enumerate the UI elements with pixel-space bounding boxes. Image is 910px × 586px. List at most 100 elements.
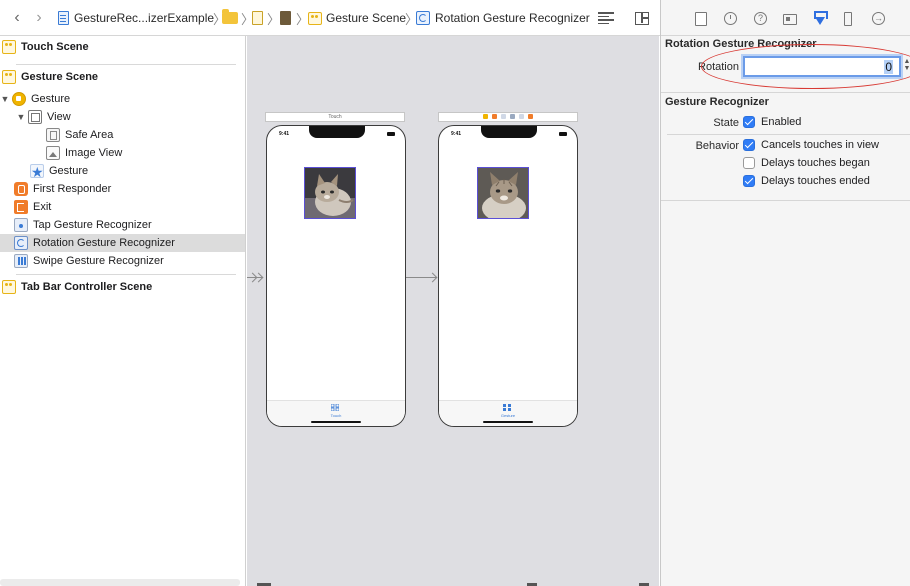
delays-touches-began-checkbox[interactable]: Delays touches began bbox=[743, 157, 870, 169]
canvas-bottom-bar bbox=[247, 580, 659, 586]
rotation-gesture-icon bbox=[14, 236, 28, 250]
enabled-checkbox[interactable]: Enabled bbox=[743, 116, 801, 128]
outline-item-safe-area[interactable]: Safe Area bbox=[0, 126, 245, 144]
scene-icon bbox=[308, 11, 322, 25]
checkbox-checked-icon bbox=[743, 139, 755, 151]
outline-scene-tab-bar[interactable]: Tab Bar Controller Scene bbox=[0, 278, 245, 296]
breadcrumb-project[interactable]: GestureRec...izerExample bbox=[58, 0, 214, 36]
outline-item-tap-gesture[interactable]: Tap Gesture Recognizer bbox=[0, 216, 245, 234]
battery-icon bbox=[559, 132, 567, 136]
file-inspector-icon[interactable] bbox=[695, 12, 707, 26]
cancels-touches-checkbox[interactable]: Cancels touches in view bbox=[743, 139, 879, 151]
outline-item-swipe-gesture[interactable]: Swipe Gesture Recognizer bbox=[0, 252, 245, 270]
document-items-icon[interactable] bbox=[598, 12, 614, 24]
behavior-label: Behavior bbox=[695, 140, 739, 152]
attributes-inspector-icon[interactable] bbox=[813, 11, 828, 26]
view-controller-icon[interactable] bbox=[483, 114, 488, 119]
outline-scene-touch[interactable]: Touch Scene bbox=[0, 38, 245, 56]
section-divider bbox=[661, 92, 910, 93]
star-icon: ★ bbox=[30, 164, 44, 180]
checkbox-checked-icon bbox=[743, 116, 755, 128]
phone-status-time: 9:41 bbox=[279, 131, 290, 137]
section-divider bbox=[661, 200, 910, 201]
battery-icon bbox=[387, 132, 395, 136]
swipe-gesture-icon bbox=[14, 254, 28, 268]
outline-item-tab-bar-item[interactable]: ★ Gesture bbox=[0, 162, 245, 180]
scene-icon bbox=[2, 70, 16, 84]
behavior-option-label: Delays touches began bbox=[761, 157, 870, 169]
outline-item-label: Image View bbox=[65, 147, 123, 159]
forward-chevron-icon[interactable]: › bbox=[32, 10, 46, 26]
disclosure-triangle-icon[interactable]: ▼ bbox=[0, 94, 10, 104]
scene-icon bbox=[2, 280, 16, 294]
outline-item-label: Exit bbox=[33, 201, 52, 213]
exit-icon[interactable] bbox=[528, 114, 533, 119]
horizontal-scrollbar[interactable] bbox=[0, 579, 240, 586]
outline-separator bbox=[16, 274, 236, 275]
image-view-icon bbox=[46, 146, 60, 160]
back-chevron-icon[interactable]: ‹ bbox=[10, 10, 24, 26]
disclosure-triangle-icon[interactable]: ▼ bbox=[16, 112, 26, 122]
outline-scene-gesture[interactable]: Gesture Scene bbox=[0, 68, 245, 86]
identity-inspector-icon[interactable] bbox=[783, 14, 797, 25]
breadcrumb-storyboard-base[interactable] bbox=[280, 0, 291, 36]
outline-item-label: Swipe Gesture Recognizer bbox=[33, 255, 164, 267]
outline-item-label: Tap Gesture Recognizer bbox=[33, 219, 152, 231]
storyboard-canvas[interactable]: Touch 9:41 Touch 9:41 Gesture bbox=[247, 36, 659, 586]
breadcrumb-rotation-label: Rotation Gesture Recognizer bbox=[435, 11, 590, 25]
gesture-scene-dock[interactable] bbox=[438, 112, 578, 122]
outline-item-label: Tab Bar Controller Scene bbox=[21, 281, 153, 293]
breadcrumb-rotation[interactable]: Rotation Gesture Recognizer bbox=[416, 0, 590, 36]
first-responder-icon[interactable] bbox=[492, 114, 497, 119]
breadcrumb-folder[interactable] bbox=[222, 0, 238, 36]
annotation-ellipse bbox=[701, 44, 910, 89]
exit-icon bbox=[14, 200, 28, 214]
jump-bar: ‹ › GestureRec...izerExample 〉 〉 〉 〉 Ges… bbox=[0, 0, 660, 36]
outline-item-label: View bbox=[47, 111, 71, 123]
state-label: State bbox=[713, 117, 739, 129]
phone-notch bbox=[481, 126, 537, 138]
storyboard-base-icon bbox=[280, 11, 291, 25]
outline-item-label: First Responder bbox=[33, 183, 112, 195]
cat-image[interactable] bbox=[477, 167, 529, 219]
cat-image[interactable] bbox=[304, 167, 356, 219]
outline-item-first-responder[interactable]: First Responder bbox=[0, 180, 245, 198]
outline-item-gesture-vc[interactable]: ▼ Gesture bbox=[0, 90, 245, 108]
add-editor-icon[interactable] bbox=[635, 12, 649, 25]
history-inspector-icon[interactable] bbox=[724, 12, 737, 25]
document-outline: Touch Scene Gesture Scene ▼ Gesture ▼ Vi… bbox=[0, 36, 246, 586]
breadcrumb-storyboard[interactable] bbox=[252, 0, 263, 36]
view-icon bbox=[28, 110, 42, 124]
touch-scene-phone[interactable]: 9:41 Touch bbox=[266, 125, 406, 427]
rotation-gesture-icon[interactable] bbox=[510, 114, 515, 119]
outline-item-exit[interactable]: Exit bbox=[0, 198, 245, 216]
home-indicator bbox=[483, 421, 533, 423]
tap-gesture-icon bbox=[14, 218, 28, 232]
gesture-scene-phone[interactable]: 9:41 Gesture bbox=[438, 125, 578, 427]
touch-scene-dock[interactable]: Touch bbox=[265, 112, 405, 122]
connections-inspector-icon[interactable]: → bbox=[872, 12, 885, 25]
swipe-gesture-icon[interactable] bbox=[519, 114, 524, 119]
storyboard-file-icon bbox=[252, 11, 263, 25]
tab-bar-item-icon[interactable] bbox=[503, 404, 511, 411]
tab-bar-item-icon[interactable] bbox=[331, 404, 339, 411]
outline-item-view[interactable]: ▼ View bbox=[0, 108, 245, 126]
tap-gesture-icon[interactable] bbox=[501, 114, 506, 119]
quick-help-icon[interactable]: ? bbox=[754, 12, 767, 25]
delays-touches-ended-checkbox[interactable]: Delays touches ended bbox=[743, 175, 870, 187]
tab-bar-item-label: Gesture bbox=[500, 413, 516, 418]
project-file-icon bbox=[58, 11, 69, 25]
phone-status-time: 9:41 bbox=[451, 131, 462, 137]
outline-item-rotation-gesture[interactable]: Rotation Gesture Recognizer bbox=[0, 234, 245, 252]
outline-item-image-view[interactable]: Image View bbox=[0, 144, 245, 162]
outline-item-label: Gesture bbox=[49, 165, 89, 177]
size-inspector-icon[interactable] bbox=[844, 12, 852, 26]
outline-item-label: Gesture Scene bbox=[21, 71, 99, 83]
breadcrumb-scene[interactable]: Gesture Scene bbox=[308, 0, 406, 36]
first-responder-icon bbox=[14, 182, 28, 196]
outline-item-label: Safe Area bbox=[65, 129, 114, 141]
view-controller-icon bbox=[12, 92, 26, 106]
tab-bar-item-label: Touch bbox=[330, 413, 342, 418]
section-divider bbox=[667, 134, 910, 135]
scene-icon bbox=[2, 40, 16, 54]
